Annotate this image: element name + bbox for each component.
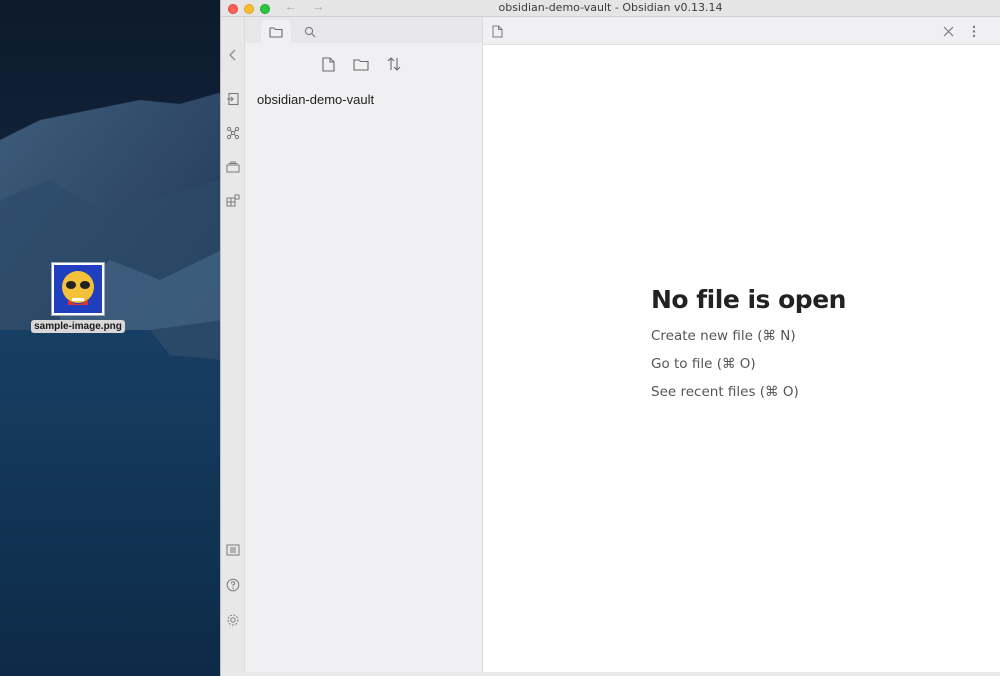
search-icon [304, 26, 316, 37]
empty-state-title: No file is open [651, 285, 846, 314]
graph-view-icon[interactable] [225, 125, 241, 141]
empty-file-icon [489, 23, 505, 39]
explorer-action-bar [245, 53, 482, 75]
vault-switch-icon[interactable] [225, 542, 241, 558]
desktop-wallpaper [0, 0, 222, 676]
new-note-icon [321, 56, 335, 72]
tab-file-explorer[interactable] [261, 20, 291, 43]
status-bar [221, 672, 1000, 676]
image-thumbnail [51, 262, 105, 316]
sidebar-tab-bar [245, 17, 482, 43]
new-folder-icon [353, 58, 369, 71]
more-options-icon[interactable] [966, 23, 982, 39]
collapse-sidebar-icon[interactable] [225, 47, 241, 63]
tab-search[interactable] [295, 20, 325, 43]
new-note-button[interactable] [317, 53, 339, 75]
left-ribbon [221, 17, 245, 676]
main-editor-pane: No file is open Create new file (⌘ N) Go… [483, 17, 1000, 676]
go-to-file-link[interactable]: Go to file (⌘ O) [651, 356, 846, 372]
desktop-file-icon[interactable]: sample-image.png [28, 262, 128, 334]
templates-icon[interactable] [225, 193, 241, 209]
file-explorer-icon [269, 26, 283, 38]
close-icon[interactable] [940, 23, 956, 39]
vault-root-folder[interactable]: obsidian-demo-vault [257, 92, 374, 107]
sort-icon [387, 57, 401, 71]
open-card-icon[interactable] [225, 159, 241, 175]
see-recent-files-link[interactable]: See recent files (⌘ O) [651, 384, 846, 400]
obsidian-window: ← → obsidian-demo-vault - Obsidian v0.13… [220, 0, 1000, 676]
window-title: obsidian-demo-vault - Obsidian v0.13.14 [498, 1, 723, 14]
desktop-file-label: sample-image.png [31, 320, 125, 333]
new-folder-button[interactable] [350, 53, 372, 75]
view-header [483, 17, 1000, 45]
empty-state: No file is open Create new file (⌘ N) Go… [651, 285, 846, 412]
title-bar: ← → obsidian-demo-vault - Obsidian v0.13… [221, 0, 1000, 17]
settings-icon[interactable] [225, 612, 241, 628]
desktop-background: sample-image.png [0, 0, 222, 676]
help-icon[interactable] [225, 577, 241, 593]
open-quick-switcher-icon[interactable] [225, 91, 241, 107]
sort-button[interactable] [383, 53, 405, 75]
create-new-file-link[interactable]: Create new file (⌘ N) [651, 328, 846, 344]
file-explorer-pane: obsidian-demo-vault [245, 17, 483, 676]
